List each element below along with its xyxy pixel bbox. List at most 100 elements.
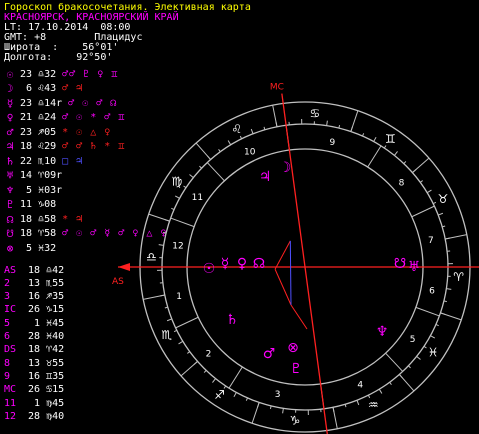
house-label: MC [4,384,17,396]
degree-tick [344,404,347,408]
degree-tick [199,165,202,169]
wheel-planet-glyph: ☉ [203,261,216,277]
degree-tick [183,185,187,189]
house-label: 9 [4,370,11,382]
planet-position: 5 ♓32 [20,242,57,254]
ascendant-arrow [118,263,130,271]
wheel-planet-glyph: ☊ [253,256,265,272]
degree-tick [423,345,427,349]
planet-row: ☉ 23 ♎32 ♂♂ ♇ ♀ ♊ [4,67,118,81]
house-position: 1 ♓45 [28,317,65,329]
house-number: 4 [357,381,363,391]
sign-boundary [148,213,170,222]
degree-tick [245,397,248,401]
house-position: 18 ♎42 [28,264,65,276]
zodiac-sign-glyph: ♈ [453,270,464,284]
zodiac-sign-glyph: ♍ [171,175,182,189]
house-cusp-line [206,162,225,182]
degree-tick [412,168,417,173]
degree-tick [419,180,423,183]
degree-tick [269,405,272,409]
house-label: IC [4,304,17,316]
midheaven-axis [281,93,328,434]
wheel-planet-glyph: ☿ [221,256,230,272]
sign-boundary [440,312,462,321]
planet-position: 21 ♎24 [20,112,57,123]
wheel-planet-glyph: ♆ [376,324,389,340]
house-cusp-line [385,352,404,372]
wheel-planet-glyph: ♃ [259,169,272,185]
house-number: 6 [429,286,435,296]
degree-tick [378,388,383,394]
degree-tick [383,145,387,149]
planet-row: ♃ 18 ♌29 ♂ ♂ ♄ * ♊ [4,140,125,154]
house-row: IC 26 ♑15 [4,303,64,317]
house-cusp-line [285,125,290,151]
planet-aspects: ♂ ☉ ♂ ☿ ♂ ♀ △ ♀ [62,228,168,239]
degree-tick [212,378,216,383]
house-position: 13 ♉55 [28,357,65,369]
planet-row: ♆ 5 ♓03r [4,183,68,197]
house-position: 13 ♏55 [28,277,65,289]
house-number: 11 [192,193,203,203]
house-row: 8 13 ♉55 [4,356,64,370]
planet-row: ♄ 22 ♏10 □ ♃ [4,154,83,168]
wheel-planet-glyph: ☽ [279,160,292,176]
house-label: 8 [4,357,11,369]
wheel-planet-glyph: ♄ [226,312,239,328]
planet-glyph: ♇ [6,198,14,211]
degree-tick [233,392,237,398]
degree-tick [446,288,452,290]
wheel-planet-glyph: ♂ [263,346,276,362]
sign-boundary [332,407,338,429]
zodiac-sign-glyph: ♒ [368,398,379,412]
planet-aspects: * ♃ [62,213,84,225]
house-label: 3 [4,291,11,303]
degree-tick [440,312,446,315]
aspect-line [290,304,308,330]
degree-tick [178,340,184,345]
house-number: 8 [399,178,405,188]
planet-position: 22 ♏10 [20,155,57,167]
house-row: 2 13 ♏55 [4,276,64,290]
sign-boundary [143,294,165,300]
chart-longitude: Долгота: 92°50' [4,52,113,63]
degree-tick [193,361,198,366]
degree-tick [171,207,175,210]
sign-boundary [251,402,260,424]
degree-tick [362,133,365,137]
planet-aspects: * ☉ △ ♀ [62,126,112,138]
planet-glyph: ♃ [6,140,14,153]
house-position: 26 ♋15 [28,384,65,396]
planet-glyph: ☉ [6,67,14,81]
planet-row: ☽ 6 ♌43 ♂ ♃ [4,82,83,96]
sign-boundary [180,361,198,377]
degree-tick [223,385,227,389]
house-ring [186,148,424,386]
degree-tick [250,128,254,134]
zodiac-sign-glyph: ♓ [428,345,439,359]
planet-row: ♇ 11 ♑08 [4,198,62,212]
house-cusp-line [367,145,382,168]
planet-glyph: ☊ [6,212,14,226]
degree-tick [442,225,446,228]
house-number: 5 [410,335,416,345]
degree-tick [206,155,211,160]
planet-position: 6 ♌43 [20,83,57,94]
house-row: 5 1 ♓45 [4,316,64,330]
planet-aspects: ♂ ☉ ♂ ☊ [68,97,118,109]
house-label: 6 [4,331,11,342]
planet-position: 18 ♎58 [20,213,57,225]
degree-tick [350,126,353,132]
house-cusp-line [170,217,195,228]
degree-tick [227,140,232,146]
house-row: MC 26 ♋15 [4,383,64,397]
degree-tick [408,365,411,369]
house-position: 26 ♑15 [28,304,65,316]
zodiac-sign-glyph: ♊ [385,132,396,146]
wheel-planet-glyph: ♅ [408,259,421,275]
aspect-line [274,269,292,306]
planet-row: ⊗ 5 ♓32 [4,241,62,255]
degree-tick [159,294,165,297]
house-number: 2 [206,350,212,360]
